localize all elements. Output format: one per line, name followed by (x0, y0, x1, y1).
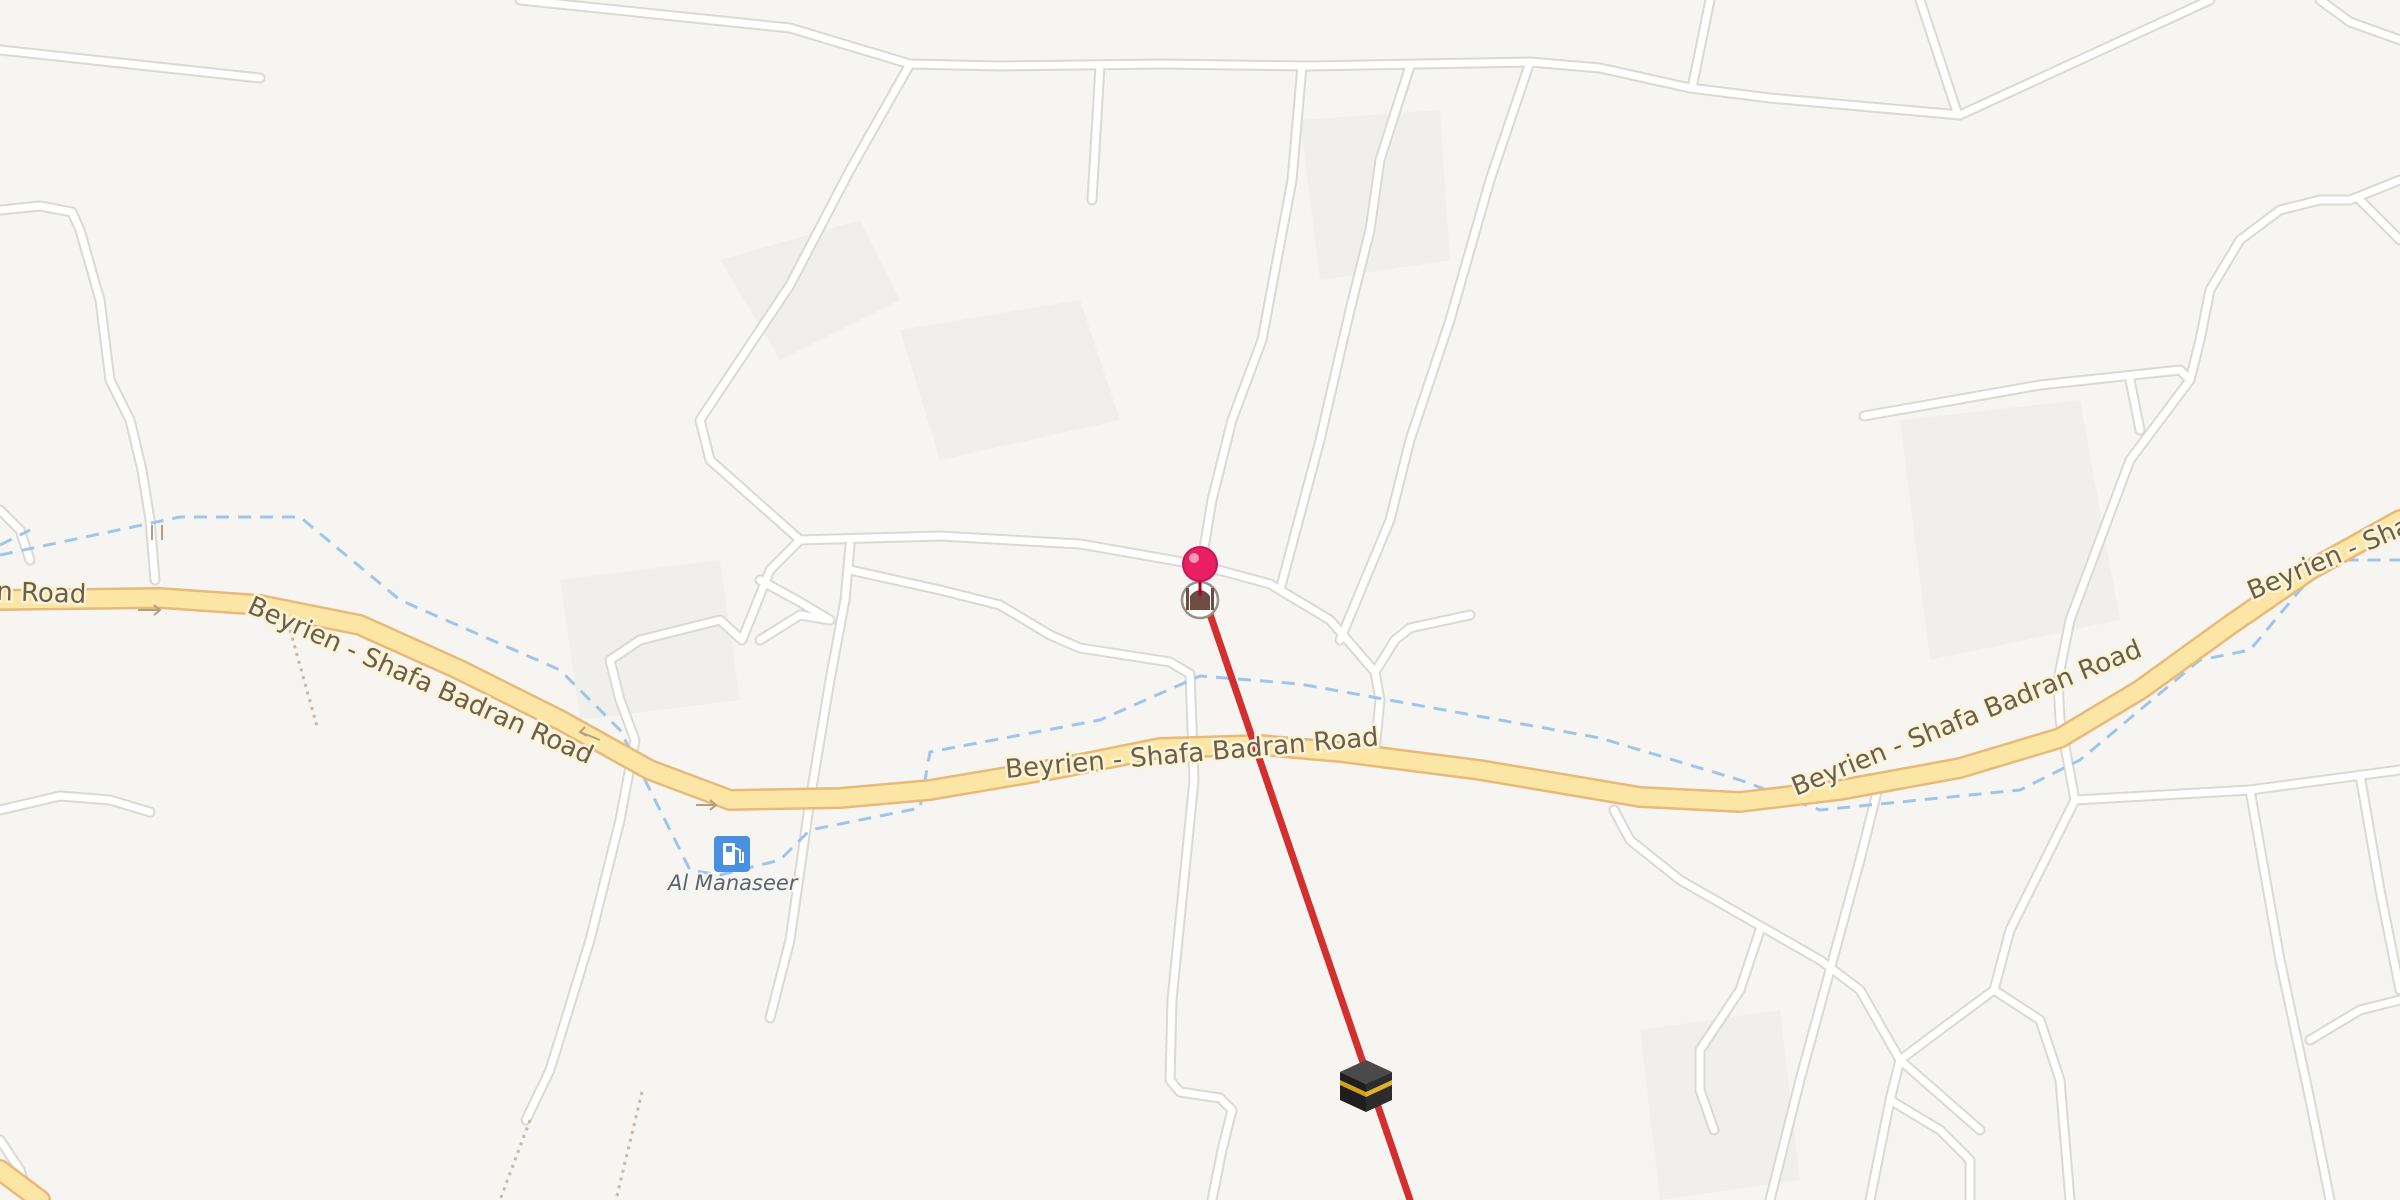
building (1900, 400, 2120, 660)
road-label: Beyrien - Shafa (2243, 501, 2400, 607)
map-canvas[interactable]: n Road Beyrien - Shafa Badran Road Beyri… (0, 0, 2400, 1200)
fuel-station-label[interactable]: Al Manaseer (664, 869, 801, 897)
kaaba-poi[interactable] (1340, 1060, 1392, 1112)
location-pin-icon[interactable] (1182, 546, 1218, 582)
minaret-left (1186, 588, 1189, 610)
kaaba-icon[interactable] (1340, 1060, 1392, 1112)
pin-highlight (1189, 553, 1199, 563)
fuel-station-poi[interactable]: Al Manaseer (664, 836, 801, 897)
minaret-right (1211, 588, 1214, 610)
road-label: Beyrien - Shafa Badran Road (243, 591, 597, 771)
fuel-pump-display (726, 846, 732, 852)
building (900, 300, 1120, 460)
road-label: n Road (0, 577, 87, 610)
